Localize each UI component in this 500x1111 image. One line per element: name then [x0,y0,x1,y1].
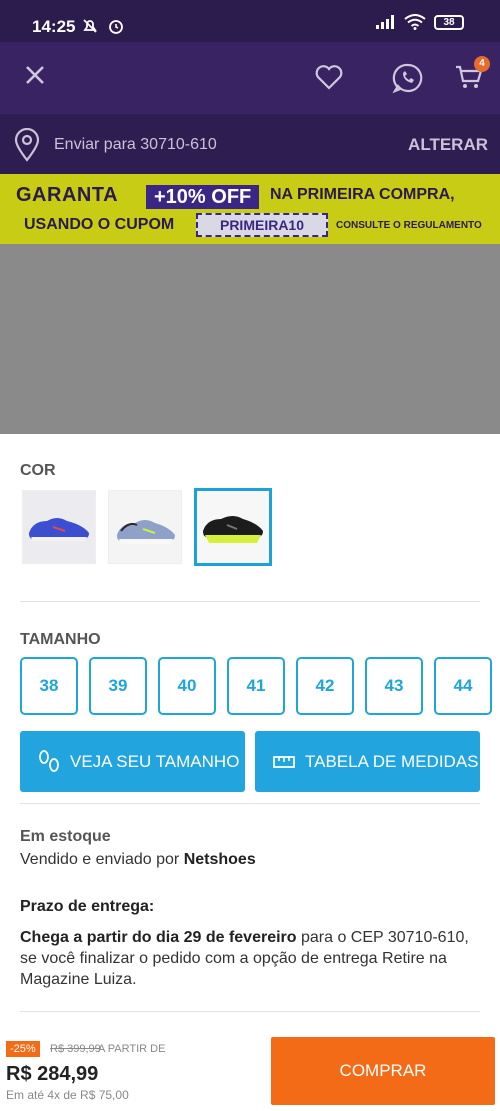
status-right: 38 [376,14,464,30]
cart-count-badge: 4 [474,56,490,72]
app-header [0,42,500,114]
size-option-41[interactable]: 41 [227,657,285,715]
footprints-icon [38,749,60,775]
promo-first-purchase: NA PRIMEIRA COMPRA, [270,186,455,203]
favorite-heart-icon[interactable] [315,64,343,95]
promo-using-coupon: USANDO O CUPOM [24,216,175,233]
seller-info: Vendido e enviado por Netshoes [20,851,256,869]
size-guide-button[interactable]: VEJA SEU TAMANHO [20,731,245,792]
seller-prefix: Vendido e enviado por [20,851,180,868]
promo-guarantee: GARANTA [16,184,119,206]
promo-banner[interactable]: GARANTA +10% OFF NA PRIMEIRA COMPRA, USA… [0,174,500,244]
delivery-title: Prazo de entrega: [20,898,155,915]
installments: Em até 4x de R$ 75,00 [6,1088,129,1102]
size-option-39[interactable]: 39 [89,657,147,715]
wifi-icon [404,14,426,30]
delivery-date: Chega a partir do dia 29 de fevereiro [20,929,297,946]
measures-table-label: TABELA DE MEDIDAS [305,751,479,771]
close-icon[interactable] [22,62,50,90]
ruler-icon [273,755,295,769]
color-swatch-blue[interactable] [22,490,96,564]
status-time: 14:25 [32,17,76,36]
promo-offer-badge: +10% OFF [146,185,260,209]
dim-overlay[interactable] [0,244,500,434]
size-section-title: TAMANHO [20,631,101,648]
discount-badge: -25% [6,1041,40,1057]
address-label: Enviar para 30710-610 [54,136,217,153]
size-option-42[interactable]: 42 [296,657,354,715]
delivery-address-bar[interactable]: Enviar para 30710-610 ALTERAR [0,114,500,174]
battery-icon: 38 [434,14,464,30]
divider [20,601,480,602]
divider [20,1011,480,1012]
stock-status: Em estoque [20,828,111,845]
old-price: R$ 399,99 [50,1043,101,1055]
location-pin-icon [14,127,40,167]
size-option-44[interactable]: 44 [434,657,492,715]
buy-button[interactable]: COMPRAR [271,1037,495,1105]
color-swatch-grey[interactable] [108,490,182,564]
delivery-description: Chega a partir do dia 29 de fevereiro pa… [20,927,480,990]
seller-name: Netshoes [183,851,256,868]
current-price: R$ 284,99 [6,1063,99,1085]
notification-icons [80,16,128,41]
size-option-43[interactable]: 43 [365,657,423,715]
promo-rules-link[interactable]: CONSULTE O REGULAMENTO [336,220,482,231]
price-from-label: A PARTIR DE [98,1043,166,1055]
divider [20,803,480,804]
color-section-title: COR [20,462,56,479]
promo-coupon-code: PRIMEIRA10 [196,213,328,237]
size-option-40[interactable]: 40 [158,657,216,715]
whatsapp-icon[interactable] [392,62,424,99]
signal-icon [376,15,394,29]
size-guide-label: VEJA SEU TAMANHO [70,751,240,771]
status-bar: 14:25 38 [0,0,500,42]
size-option-38[interactable]: 38 [20,657,78,715]
mute-alarm-icon [83,19,123,34]
measures-table-button[interactable]: TABELA DE MEDIDAS [255,731,480,792]
color-swatch-black-yellow[interactable] [194,488,272,566]
change-address-button[interactable]: ALTERAR [408,135,488,155]
